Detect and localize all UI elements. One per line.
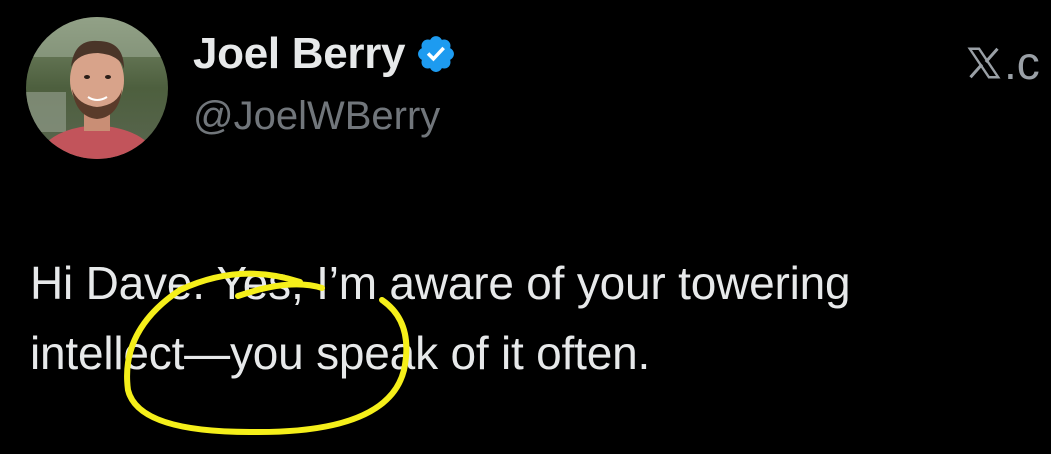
tweet-text-line-1: Hi Dave. Yes, I’m aware of your towering	[30, 257, 851, 309]
author-handle[interactable]: @JoelWBerry	[193, 96, 440, 136]
tweet-card: Joel Berry @JoelWBerry .c Hi Dave. Yes, …	[0, 0, 1051, 454]
tweet-text-line-2: intellect—you speak of it often.	[30, 327, 651, 379]
author-name-row: Joel Berry	[193, 32, 457, 76]
verified-badge-icon	[415, 33, 457, 75]
tweet-text: Hi Dave. Yes, I’m aware of your towering…	[30, 248, 1030, 388]
x-logo-icon	[967, 47, 1001, 79]
author-avatar[interactable]	[26, 17, 168, 159]
x-logo-suffix: .c	[1004, 37, 1040, 89]
avatar-photo-icon	[26, 17, 168, 159]
author-display-name[interactable]: Joel Berry	[193, 32, 406, 76]
x-brand[interactable]: .c	[966, 40, 1040, 86]
